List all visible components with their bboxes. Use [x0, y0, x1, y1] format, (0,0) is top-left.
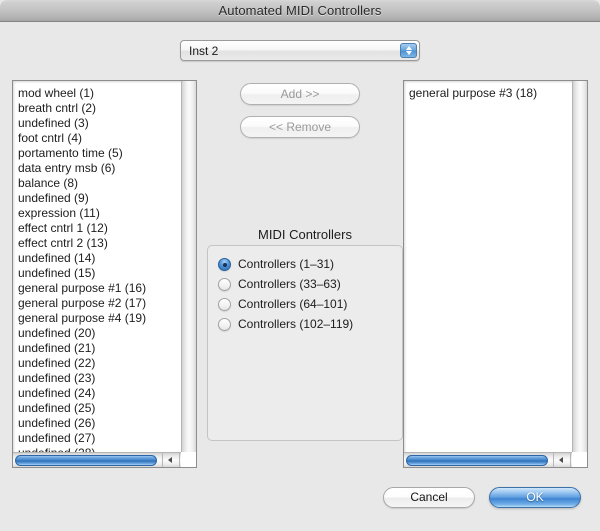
arrow-left-icon[interactable]	[162, 453, 179, 467]
list-item[interactable]: undefined (26)	[18, 416, 180, 431]
available-controllers-listbox[interactable]: mod wheel (1) breath cntrl (2) undefined (…	[12, 80, 197, 468]
available-list-horizontal-scrollbar[interactable]	[13, 452, 196, 467]
scrollbar-thumb[interactable]	[15, 455, 157, 466]
list-item[interactable]: general purpose #3 (18)	[409, 86, 571, 101]
radio-label: Controllers (64–101)	[238, 297, 348, 311]
radio-button-icon[interactable]	[218, 278, 231, 291]
available-list-vertical-scrollbar[interactable]	[181, 81, 196, 452]
list-item[interactable]: undefined (27)	[18, 431, 180, 446]
list-item[interactable]: expression (11)	[18, 206, 180, 221]
list-item[interactable]: general purpose #1 (16)	[18, 281, 180, 296]
arrow-left-icon[interactable]	[553, 453, 570, 467]
scrollbar-corner	[572, 452, 587, 467]
instrument-popup-value: Inst 2	[189, 44, 219, 58]
list-item[interactable]: general purpose #4 (19)	[18, 311, 180, 326]
add-button[interactable]: Add >>	[240, 83, 360, 105]
list-item[interactable]: undefined (21)	[18, 341, 180, 356]
list-item[interactable]: undefined (14)	[18, 251, 180, 266]
radio-label: Controllers (1–31)	[238, 257, 335, 271]
assigned-controllers-items[interactable]: general purpose #3 (18)	[404, 81, 571, 467]
cancel-button[interactable]: Cancel	[383, 487, 475, 508]
list-item[interactable]: data entry msb (6)	[18, 161, 180, 176]
list-item[interactable]: undefined (20)	[18, 326, 180, 341]
list-item[interactable]: undefined (24)	[18, 386, 180, 401]
remove-button[interactable]: << Remove	[240, 116, 360, 138]
list-item[interactable]: effect cntrl 1 (12)	[18, 221, 180, 236]
assigned-list-horizontal-scrollbar[interactable]	[404, 452, 587, 467]
dialog-window: Automated MIDI Controllers Inst 2 mod wh…	[0, 0, 600, 531]
list-item[interactable]: undefined (22)	[18, 356, 180, 371]
ok-button[interactable]: OK	[489, 487, 581, 508]
up-down-arrows-icon	[400, 43, 417, 58]
list-item[interactable]: general purpose #2 (17)	[18, 296, 180, 311]
radio-label: Controllers (102–119)	[238, 317, 354, 331]
window-title: Automated MIDI Controllers	[218, 3, 382, 18]
list-item[interactable]: mod wheel (1)	[18, 86, 180, 101]
instrument-popup-button[interactable]: Inst 2	[180, 40, 420, 61]
midi-controllers-group: Controllers (1–31) Controllers (33–63) C…	[207, 245, 403, 441]
list-item[interactable]: undefined (15)	[18, 266, 180, 281]
assigned-list-vertical-scrollbar[interactable]	[572, 81, 587, 452]
list-item[interactable]: portamento time (5)	[18, 146, 180, 161]
window-titlebar: Automated MIDI Controllers	[0, 0, 600, 22]
radio-button-icon[interactable]	[218, 258, 231, 271]
assigned-controllers-listbox[interactable]: general purpose #3 (18)	[403, 80, 588, 468]
list-item[interactable]: undefined (9)	[18, 191, 180, 206]
list-item[interactable]: effect cntrl 2 (13)	[18, 236, 180, 251]
list-item[interactable]: foot cntrl (4)	[18, 131, 180, 146]
scrollbar-thumb[interactable]	[406, 455, 548, 466]
list-item[interactable]: undefined (25)	[18, 401, 180, 416]
list-item[interactable]: breath cntrl (2)	[18, 101, 180, 116]
radio-label: Controllers (33–63)	[238, 277, 341, 291]
scrollbar-corner	[181, 452, 196, 467]
list-item[interactable]: undefined (23)	[18, 371, 180, 386]
radio-button-icon[interactable]	[218, 318, 231, 331]
radio-button-icon[interactable]	[218, 298, 231, 311]
list-item[interactable]: balance (8)	[18, 176, 180, 191]
available-controllers-items[interactable]: mod wheel (1) breath cntrl (2) undefined (…	[13, 81, 180, 467]
list-item[interactable]: undefined (3)	[18, 116, 180, 131]
midi-controllers-group-title: MIDI Controllers	[258, 227, 352, 242]
dialog-content: Inst 2 mod wheel (1) breath cntrl (2) unde…	[0, 23, 600, 531]
